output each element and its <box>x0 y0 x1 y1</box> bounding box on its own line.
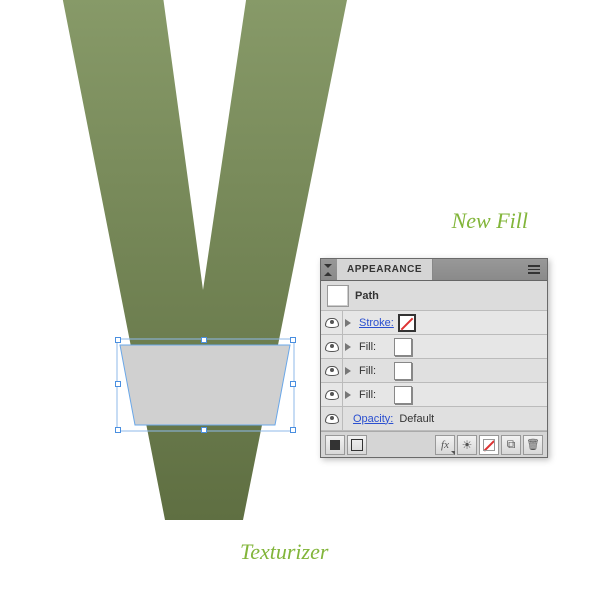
selection-handle[interactable] <box>115 381 121 387</box>
fill-label: Fill: <box>355 341 376 353</box>
selection-handle[interactable] <box>115 427 121 433</box>
stroke-swatch-none[interactable] <box>398 314 416 332</box>
delete-item-icon[interactable] <box>523 435 543 455</box>
panel-footer <box>321 431 547 457</box>
opacity-value: Default <box>399 413 434 425</box>
eye-icon <box>325 366 339 376</box>
add-new-stroke-icon[interactable] <box>347 435 367 455</box>
panel-titlebar[interactable]: APPEARANCE <box>321 259 547 281</box>
eye-icon <box>325 318 339 328</box>
selection-handle[interactable] <box>290 337 296 343</box>
no-fill-icon[interactable] <box>479 435 499 455</box>
opacity-label[interactable]: Opacity: <box>353 413 393 425</box>
target-thumbnail-icon <box>327 285 349 307</box>
fill-row-2[interactable]: Fill: <box>321 359 547 383</box>
visibility-toggle[interactable] <box>321 359 343 382</box>
annotation-texturizer: Texturizer <box>240 539 328 565</box>
target-row[interactable]: Path <box>321 281 547 311</box>
stroke-row[interactable]: Stroke: <box>321 311 547 335</box>
duplicate-item-icon[interactable] <box>501 435 521 455</box>
selection-handle[interactable] <box>201 337 207 343</box>
add-new-fill-icon[interactable] <box>325 435 345 455</box>
target-label: Path <box>355 290 379 302</box>
fill-label: Fill: <box>355 365 376 377</box>
stroke-label[interactable]: Stroke: <box>355 317 394 329</box>
fill-swatch[interactable] <box>394 362 412 380</box>
collapse-chevrons-icon[interactable] <box>321 263 335 277</box>
selection-handle[interactable] <box>290 427 296 433</box>
eye-icon <box>325 390 339 400</box>
fill-swatch[interactable] <box>394 386 412 404</box>
visibility-toggle[interactable] <box>321 311 343 334</box>
fill-swatch[interactable] <box>394 338 412 356</box>
disclosure-triangle-icon[interactable] <box>345 343 351 351</box>
selection-handle[interactable] <box>290 381 296 387</box>
artboard: New Fill Texturizer APPEARANCE Path Stro… <box>0 0 600 593</box>
disclosure-triangle-icon[interactable] <box>345 319 351 327</box>
panel-flyout-menu-icon[interactable] <box>525 265 543 274</box>
visibility-toggle[interactable] <box>321 335 343 358</box>
visibility-toggle[interactable] <box>321 407 343 430</box>
annotation-new-fill: New Fill <box>452 208 528 234</box>
disclosure-triangle-icon[interactable] <box>345 367 351 375</box>
clear-appearance-icon[interactable] <box>457 435 477 455</box>
visibility-toggle[interactable] <box>321 383 343 406</box>
selection-handle[interactable] <box>115 337 121 343</box>
panel-title: APPEARANCE <box>347 264 422 275</box>
add-effect-icon[interactable] <box>435 435 455 455</box>
fill-label: Fill: <box>355 389 376 401</box>
opacity-row[interactable]: Opacity: Default <box>321 407 547 431</box>
eye-icon <box>325 342 339 352</box>
eye-icon <box>325 414 339 424</box>
appearance-panel: APPEARANCE Path Stroke: Fill: Fill: <box>320 258 548 458</box>
fill-row-3[interactable]: Fill: <box>321 383 547 407</box>
appearance-tab[interactable]: APPEARANCE <box>337 259 433 280</box>
fill-row-1[interactable]: Fill: <box>321 335 547 359</box>
disclosure-triangle-icon[interactable] <box>345 391 351 399</box>
selection-handle[interactable] <box>201 427 207 433</box>
